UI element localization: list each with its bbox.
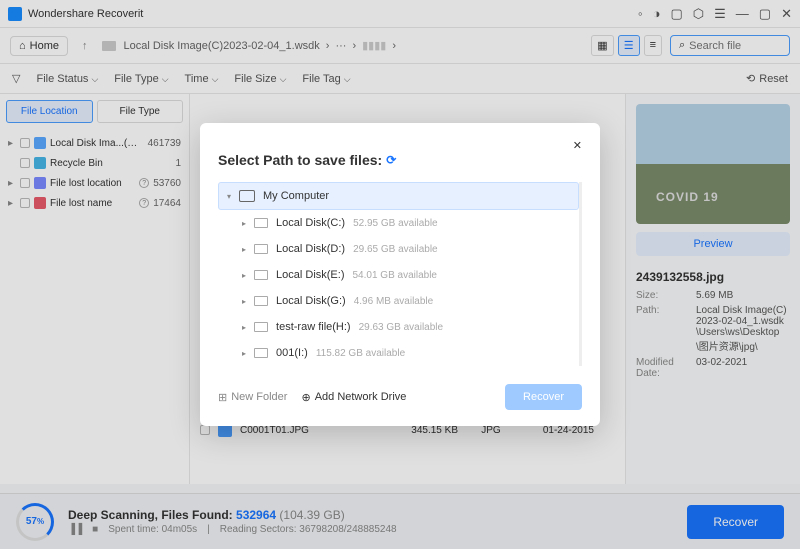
drive-item[interactable]: ▸ Local Disk(G:) 4.96 MB available xyxy=(218,288,579,314)
save-path-dialog: ✕ Select Path to save files:⟳ ▾ My Compu… xyxy=(200,123,600,426)
chevron-right-icon: ▸ xyxy=(242,323,246,332)
drive-name: Local Disk(C:) xyxy=(276,217,345,229)
drive-available: 29.63 GB available xyxy=(359,322,444,333)
drive-icon xyxy=(254,270,268,280)
drive-name: 001(I:) xyxy=(276,347,308,359)
dialog-title: Select Path to save files:⟳ xyxy=(218,152,582,168)
drive-item[interactable]: ▸ Local Disk(D:) 29.65 GB available xyxy=(218,236,579,262)
chevron-right-icon: ▸ xyxy=(242,271,246,280)
drive-root-label: My Computer xyxy=(263,190,329,202)
chevron-down-icon: ▾ xyxy=(227,192,231,201)
add-network-drive-button[interactable]: ⊕Add Network Drive xyxy=(301,391,406,404)
refresh-icon[interactable]: ⟳ xyxy=(386,153,396,167)
drive-available: 52.95 GB available xyxy=(353,218,438,229)
drive-icon xyxy=(254,244,268,254)
chevron-right-icon: ▸ xyxy=(242,349,246,358)
drive-item[interactable]: ▸ Local Disk(E:) 54.01 GB available xyxy=(218,262,579,288)
dialog-recover-button[interactable]: Recover xyxy=(505,384,582,410)
new-folder-button[interactable]: ⊞New Folder xyxy=(218,391,287,404)
dialog-close-icon[interactable]: ✕ xyxy=(573,140,582,152)
drive-icon xyxy=(254,296,268,306)
chevron-right-icon: ▸ xyxy=(242,297,246,306)
chevron-right-icon: ▸ xyxy=(242,245,246,254)
drive-available: 29.65 GB available xyxy=(353,244,438,255)
drive-icon xyxy=(254,322,268,332)
drive-name: Local Disk(E:) xyxy=(276,269,344,281)
chevron-right-icon: ▸ xyxy=(242,219,246,228)
drive-available: 54.01 GB available xyxy=(352,270,437,281)
drive-item[interactable]: ▸ 001(I:) 115.82 GB available xyxy=(218,340,579,366)
drive-available: 115.82 GB available xyxy=(316,348,405,359)
drive-icon xyxy=(254,218,268,228)
computer-icon xyxy=(239,190,255,202)
drive-item[interactable]: ▸ Local Disk(C:) 52.95 GB available xyxy=(218,210,579,236)
drive-name: Local Disk(D:) xyxy=(276,243,345,255)
modal-overlay: ✕ Select Path to save files:⟳ ▾ My Compu… xyxy=(0,0,800,549)
folder-plus-icon: ⊞ xyxy=(218,391,227,404)
drive-name: test-raw file(H:) xyxy=(276,321,351,333)
network-icon: ⊕ xyxy=(301,391,310,404)
drive-item[interactable]: ▸ test-raw file(H:) 29.63 GB available xyxy=(218,314,579,340)
drive-icon xyxy=(254,348,268,358)
drive-available: 4.96 MB available xyxy=(354,296,434,307)
drive-my-computer[interactable]: ▾ My Computer xyxy=(218,182,579,210)
drive-name: Local Disk(G:) xyxy=(276,295,346,307)
